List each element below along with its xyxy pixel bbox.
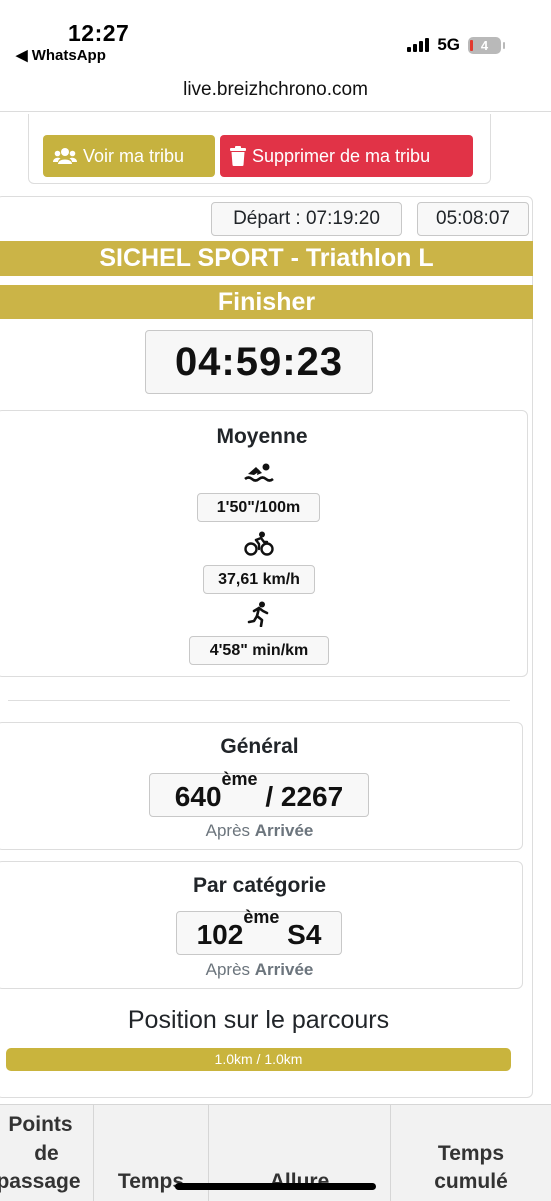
cumulative-header-line2: cumulé [434, 1170, 508, 1193]
remove-tribu-button[interactable]: Supprimer de ma tribu [220, 135, 473, 177]
back-to-app-link[interactable]: ◀ WhatsApp [16, 46, 106, 64]
general-rank-suffix: ème [221, 769, 258, 789]
signal-icon [407, 38, 430, 52]
category-after-label: Après [205, 960, 251, 979]
checkpoints-header-line3: passage [0, 1170, 81, 1193]
category-rank-suffix: ème [243, 907, 280, 927]
category-after-point: Après Arrivée [0, 960, 522, 980]
race-clock-badge: 05:08:07 [417, 202, 529, 236]
checkpoints-header-line2: de [34, 1142, 59, 1165]
cumulative-header-line1: Temps [437, 1142, 505, 1165]
view-tribu-label: Voir ma tribu [83, 145, 185, 166]
run-pace: 4'58" min/km [189, 636, 329, 665]
remove-tribu-label: Supprimer de ma tribu [252, 145, 431, 166]
time-header-label: Temps [117, 1170, 185, 1193]
status-indicators: 5G 4 [407, 35, 505, 55]
finish-time: 04:59:23 [145, 330, 373, 394]
general-checkpoint: Arrivée [254, 821, 314, 840]
biker-icon [244, 531, 274, 556]
category-name: S4 [279, 919, 322, 950]
section-divider [8, 700, 510, 701]
general-after-point: Après Arrivée [0, 821, 522, 841]
course-progress-bar: 1.0km / 1.0km [6, 1048, 511, 1071]
event-name-banner: SICHEL SPORT - Triathlon L [0, 241, 533, 276]
finisher-banner: Finisher [0, 285, 533, 319]
view-tribu-button[interactable]: Voir ma tribu [43, 135, 215, 177]
depart-time-badge: Départ : 07:19:20 [211, 202, 402, 236]
pace-header-label: Allure [269, 1170, 330, 1193]
checkpoints-header-line1: Points [8, 1113, 73, 1136]
column-header-cumulative-time[interactable]: Temps cumulé [391, 1105, 551, 1201]
network-type: 5G [437, 35, 460, 54]
general-rank: 640ème / 2267 [149, 770, 369, 817]
category-rank-value: 102 [196, 919, 244, 950]
category-title: Par catégorie [192, 874, 327, 897]
users-icon [53, 148, 77, 164]
swim-pace: 1'50"/100m [197, 493, 320, 522]
course-position-title: Position sur le parcours [127, 1006, 390, 1034]
url-bar-divider [0, 111, 551, 112]
category-checkpoint: Arrivée [254, 960, 314, 979]
url-bar[interactable]: live.breizhchrono.com [0, 79, 551, 101]
column-header-checkpoints[interactable]: Points de passage [0, 1105, 94, 1201]
swimmer-icon [244, 463, 274, 482]
bike-speed: 37,61 km/h [203, 565, 315, 594]
general-rank-value: 640 [174, 781, 222, 812]
battery-level: 4 [480, 37, 489, 53]
trash-icon [230, 146, 246, 166]
general-title: Général [220, 735, 299, 758]
home-indicator[interactable] [175, 1183, 376, 1190]
category-rank: 102ème S4 [176, 908, 342, 955]
status-time: 12:27 [68, 20, 130, 46]
general-total: / 2267 [257, 781, 344, 812]
average-title: Moyenne [216, 425, 308, 448]
general-after-label: Après [205, 821, 251, 840]
runner-icon [247, 601, 269, 627]
battery-icon: 4 [468, 36, 505, 54]
